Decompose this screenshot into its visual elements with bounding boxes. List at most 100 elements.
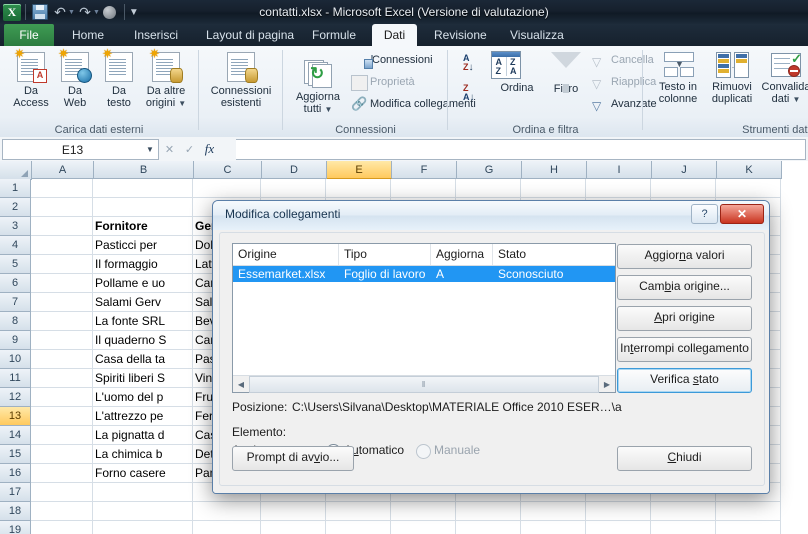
- cell-H18[interactable]: [521, 502, 586, 521]
- scroll-left-icon[interactable]: ◀: [233, 377, 249, 392]
- sort-ascending-icon[interactable]: A Z↓: [463, 54, 485, 78]
- horizontal-scrollbar[interactable]: ◀ ‖ ▶: [233, 375, 615, 393]
- cell-K18[interactable]: [716, 502, 781, 521]
- cell-K19[interactable]: [716, 521, 781, 534]
- button-chiudi[interactable]: Chiudi: [617, 446, 752, 471]
- links-list[interactable]: Origine Tipo Aggiorna Stato Essemarket.x…: [232, 243, 616, 393]
- cell-A13[interactable]: [31, 407, 93, 426]
- row-header-14[interactable]: 14: [0, 426, 31, 445]
- redo-icon[interactable]: ↷: [75, 2, 95, 22]
- cell-C18[interactable]: [193, 502, 261, 521]
- row-header-8[interactable]: 8: [0, 312, 31, 331]
- cell-H19[interactable]: [521, 521, 586, 534]
- row-header-9[interactable]: 9: [0, 331, 31, 350]
- row-header-16[interactable]: 16: [0, 464, 31, 483]
- help-icon[interactable]: ?: [691, 204, 718, 224]
- col-origine[interactable]: Origine: [233, 244, 339, 265]
- button-cambia-origine[interactable]: Cambia origine...: [617, 275, 752, 300]
- cell-F18[interactable]: [391, 502, 456, 521]
- scroll-right-icon[interactable]: ▶: [599, 377, 615, 392]
- button-da-altre-origini[interactable]: ✷ Da altre origini ▼: [138, 47, 194, 110]
- cancel-icon[interactable]: ✕: [160, 140, 179, 159]
- button-aggiorna-valori[interactable]: Aggiorna valori: [617, 244, 752, 269]
- cell-I19[interactable]: [586, 521, 651, 534]
- button-prompt-di-avvio[interactable]: Prompt di avvio...: [232, 446, 354, 471]
- customize-qat-icon[interactable]: ▼: [129, 7, 139, 18]
- cell-B15[interactable]: La chimica b: [93, 445, 193, 464]
- cell-B8[interactable]: La fonte SRL: [93, 312, 193, 331]
- button-verifica-stato[interactable]: Verifica stato: [617, 368, 752, 393]
- button-da-web[interactable]: ✷ Da Web: [52, 47, 98, 109]
- button-da-access[interactable]: ✷ A Da Access: [8, 47, 54, 109]
- links-list-row[interactable]: Essemarket.xlsx Foglio di lavoro A Scono…: [233, 266, 615, 282]
- cell-J18[interactable]: [651, 502, 716, 521]
- column-header-A[interactable]: A: [32, 161, 94, 179]
- cell-B18[interactable]: [93, 502, 193, 521]
- sort-descending-icon[interactable]: Z A↓: [463, 84, 485, 108]
- print-preview-icon[interactable]: [100, 2, 120, 22]
- sort-dialog-icon[interactable]: AZZA: [491, 51, 521, 79]
- cell-A7[interactable]: [31, 293, 93, 312]
- column-header-F[interactable]: F: [392, 161, 457, 179]
- column-header-E[interactable]: E: [327, 161, 392, 179]
- button-connessioni-esistenti[interactable]: Connessioni esistenti: [205, 50, 277, 109]
- cell-A15[interactable]: [31, 445, 93, 464]
- tab-visualizza[interactable]: Visualizza: [500, 24, 574, 46]
- cell-B16[interactable]: Forno casere: [93, 464, 193, 483]
- cell-E1[interactable]: [326, 179, 391, 198]
- row-header-18[interactable]: 18: [0, 502, 31, 521]
- cell-I18[interactable]: [586, 502, 651, 521]
- row-header-5[interactable]: 5: [0, 255, 31, 274]
- menuitem-connessioni[interactable]: Connessioni: [350, 51, 433, 69]
- undo-icon[interactable]: ↶: [50, 2, 70, 22]
- tab-layout-pagina[interactable]: Layout di pagina: [196, 24, 304, 46]
- cell-A9[interactable]: [31, 331, 93, 350]
- tab-file[interactable]: File: [4, 24, 54, 46]
- cell-B1[interactable]: [93, 179, 193, 198]
- cell-A2[interactable]: [31, 198, 93, 217]
- cell-E18[interactable]: [326, 502, 391, 521]
- cell-F19[interactable]: [391, 521, 456, 534]
- column-header-H[interactable]: H: [522, 161, 587, 179]
- column-header-K[interactable]: K: [717, 161, 782, 179]
- cell-B11[interactable]: Spiriti liberi S: [93, 369, 193, 388]
- name-box[interactable]: E13 ▼: [2, 139, 159, 160]
- cell-B12[interactable]: L'uomo del p: [93, 388, 193, 407]
- cell-B13[interactable]: L'attrezzo pe: [93, 407, 193, 426]
- cell-B19[interactable]: [93, 521, 193, 534]
- cell-B17[interactable]: [93, 483, 193, 502]
- scrollbar-thumb[interactable]: ‖: [249, 375, 599, 393]
- cell-K1[interactable]: [716, 179, 781, 198]
- button-convalida-dati[interactable]: ✓ Convalida dati ▼: [760, 50, 808, 106]
- column-header-C[interactable]: C: [194, 161, 262, 179]
- cell-J19[interactable]: [651, 521, 716, 534]
- cell-D19[interactable]: [261, 521, 326, 534]
- cell-B7[interactable]: Salami Gerv: [93, 293, 193, 312]
- cell-A8[interactable]: [31, 312, 93, 331]
- row-header-19[interactable]: 19: [0, 521, 31, 534]
- cell-A4[interactable]: [31, 236, 93, 255]
- cell-B10[interactable]: Casa della ta: [93, 350, 193, 369]
- row-header-3[interactable]: 3: [0, 217, 31, 236]
- cell-A1[interactable]: [31, 179, 93, 198]
- button-da-testo[interactable]: ✷ Da testo: [96, 47, 142, 109]
- tab-inserisci[interactable]: Inserisci: [124, 24, 188, 46]
- row-header-4[interactable]: 4: [0, 236, 31, 255]
- formula-input[interactable]: [236, 139, 806, 160]
- row-header-7[interactable]: 7: [0, 293, 31, 312]
- button-apri-origine[interactable]: Apri origine: [617, 306, 752, 331]
- tab-formule[interactable]: Formule: [302, 24, 366, 46]
- cell-A5[interactable]: [31, 255, 93, 274]
- row-header-1[interactable]: 1: [0, 179, 31, 198]
- save-icon[interactable]: [30, 2, 50, 22]
- button-testo-in-colonne[interactable]: ▼ Testo in colonne: [652, 50, 704, 105]
- cell-F1[interactable]: [391, 179, 456, 198]
- column-header-I[interactable]: I: [587, 161, 652, 179]
- cell-G1[interactable]: [456, 179, 521, 198]
- cell-A12[interactable]: [31, 388, 93, 407]
- cell-B4[interactable]: Pasticci per: [93, 236, 193, 255]
- column-header-B[interactable]: B: [94, 161, 194, 179]
- cell-C1[interactable]: [193, 179, 261, 198]
- cell-J1[interactable]: [651, 179, 716, 198]
- cell-D18[interactable]: [261, 502, 326, 521]
